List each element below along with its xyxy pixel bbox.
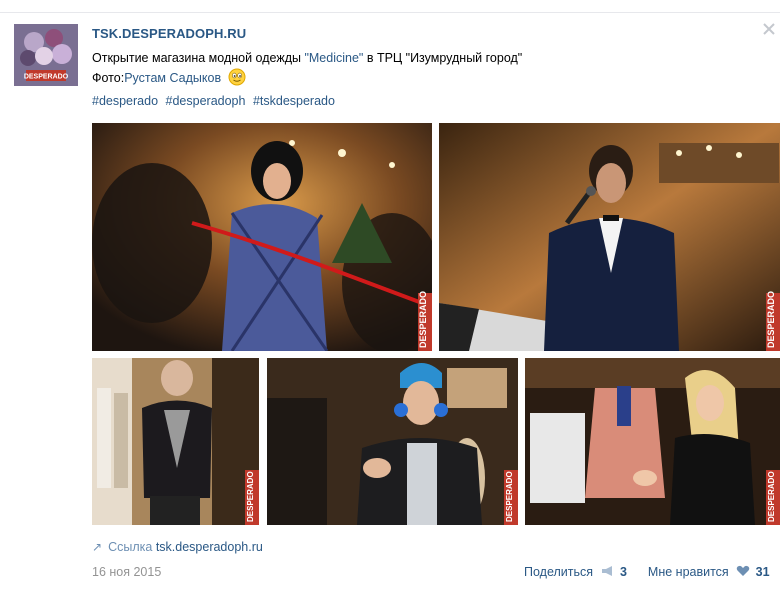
hashtag-link[interactable]: #desperado (92, 94, 158, 108)
like-count: 31 (755, 565, 770, 579)
photo-woman-clothes[interactable]: DESPERADO (525, 358, 780, 525)
hashtags: #desperado #desperadoph #tskdesperado (92, 94, 339, 108)
watermark-text: DESPERADO (505, 471, 514, 522)
post-date[interactable]: 16 ноя 2015 (92, 565, 161, 579)
photo-author-link[interactable]: Рустам Садыков (124, 71, 221, 85)
hashtag-link[interactable]: #desperadoph (166, 94, 246, 108)
attached-link[interactable]: ↗ Ссылка tsk.desperadoph.ru (92, 540, 263, 554)
post-text-prefix: Открытие магазина модной одежды (92, 51, 305, 65)
photo-host-microphone[interactable]: DESPERADO (439, 123, 780, 351)
megaphone-icon (601, 565, 615, 577)
watermark-text: DESPERADO (767, 471, 776, 522)
store-link[interactable]: "Medicine" (304, 51, 363, 65)
like-label: Мне нравится (647, 565, 729, 579)
photo-man-headphones[interactable]: DESPERADO (267, 358, 518, 525)
avatar-logo-text: DESPERADO (24, 74, 69, 81)
photo-credit-label: Фото: (92, 71, 125, 85)
post-text: Открытие магазина модной одежды "Medicin… (92, 49, 522, 88)
close-icon[interactable] (762, 22, 776, 36)
group-avatar[interactable]: DESPERADO (14, 24, 78, 86)
top-divider (0, 12, 780, 13)
share-label: Поделиться (524, 565, 594, 579)
photo-ribbon-cutting[interactable]: DESPERADO (92, 123, 432, 351)
post-actions: Поделиться 3 Мне нравится 31 (524, 565, 770, 579)
like-button[interactable]: Мне нравится 31 (648, 565, 770, 579)
watermark-text: DESPERADO (766, 291, 776, 348)
share-count: 3 (620, 565, 627, 579)
watermark-text: DESPERADO (246, 471, 255, 522)
photo-man-jacket[interactable]: DESPERADO (92, 358, 259, 525)
group-name-link[interactable]: TSK.DESPERADOPH.RU (92, 26, 246, 41)
link-arrow-icon: ↗ (92, 540, 103, 554)
smiling-face-emoji-icon (228, 68, 246, 86)
watermark-text: DESPERADO (418, 291, 428, 348)
hashtag-link[interactable]: #tskdesperado (253, 94, 335, 108)
link-url[interactable]: tsk.desperadoph.ru (156, 540, 263, 554)
share-button[interactable]: Поделиться 3 (524, 565, 630, 579)
post-text-middle: в ТРЦ "Изумрудный город" (363, 51, 523, 65)
heart-icon (736, 565, 750, 577)
link-label: Ссылка (108, 540, 153, 554)
